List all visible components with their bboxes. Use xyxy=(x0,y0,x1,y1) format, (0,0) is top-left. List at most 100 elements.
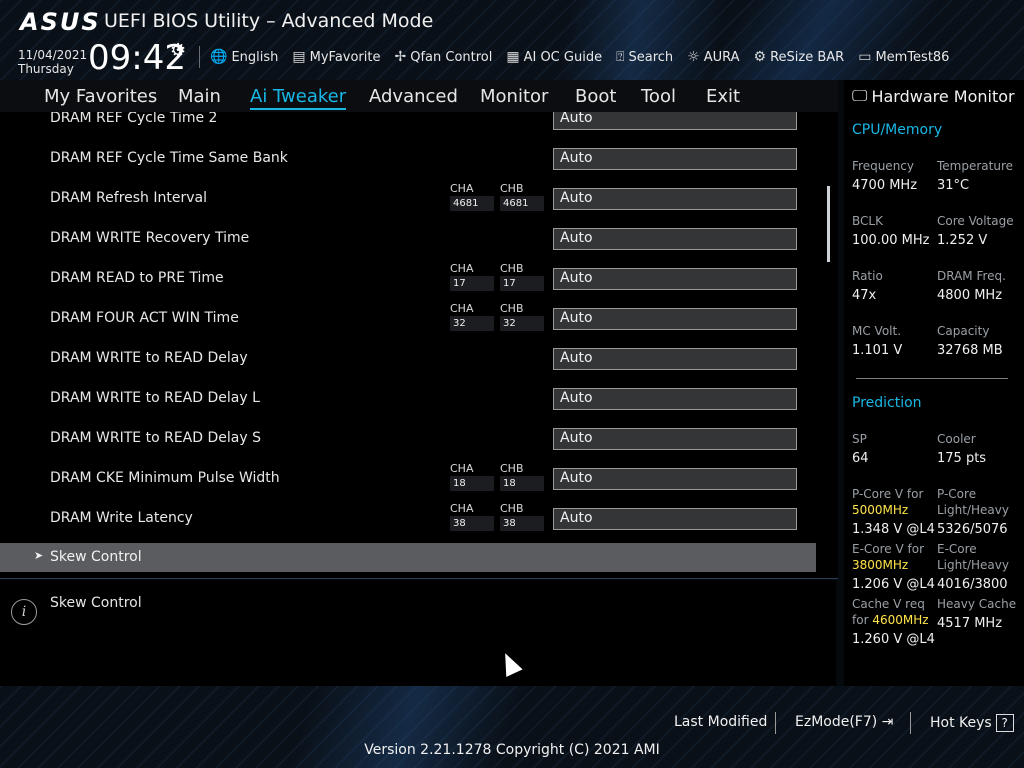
setting-row[interactable]: DRAM Write Latency CHA 38 CHB 38 Auto xyxy=(0,498,816,538)
myfavorite-button[interactable]: ▤ MyFavorite xyxy=(292,49,380,65)
ezmode-button[interactable]: EzMode(F7) ⇥ xyxy=(795,714,893,730)
setting-label: DRAM REF Cycle Time Same Bank xyxy=(50,150,288,166)
temperature-label: Temperature xyxy=(937,159,1014,173)
setting-label: DRAM Refresh Interval xyxy=(50,190,207,206)
bclk-value: 100.00 MHz xyxy=(852,233,930,248)
mc-volt-value: 1.101 V xyxy=(852,343,903,358)
app-title: UEFI BIOS Utility – Advanced Mode xyxy=(104,10,434,32)
pcore-v-label: P-Core V for 5000MHz xyxy=(852,487,924,517)
exit-arrow-icon: ⇥ xyxy=(877,714,894,730)
setting-row[interactable]: DRAM REF Cycle Time 2 Auto xyxy=(0,112,816,138)
asus-logo: ASUS xyxy=(20,8,101,36)
setting-value-box[interactable]: Auto xyxy=(553,148,797,170)
divider xyxy=(910,712,911,734)
tab-main[interactable]: Main xyxy=(178,86,221,107)
qfan-control-button[interactable]: ✢ Qfan Control xyxy=(394,49,492,65)
ratio-label: Ratio xyxy=(852,269,883,283)
core-voltage-label: Core Voltage xyxy=(937,214,1014,228)
channel-b-value: CHB 4681 xyxy=(500,182,544,211)
tab-ai-tweaker[interactable]: Ai Tweaker xyxy=(250,86,347,110)
heavy-cache-label: Heavy Cache xyxy=(937,597,1017,611)
globe-icon: 🌐 xyxy=(210,49,228,65)
aura-icon: ☼ xyxy=(687,49,700,65)
channel-b-value: CHB 17 xyxy=(500,262,544,291)
settings-scrollbar[interactable] xyxy=(827,186,830,262)
setting-label: DRAM WRITE to READ Delay L xyxy=(50,390,260,406)
setting-row[interactable]: DRAM CKE Minimum Pulse Width CHA 18 CHB 18… xyxy=(0,458,816,498)
divider xyxy=(856,378,1008,379)
date-display: 11/04/2021 Thursday xyxy=(18,48,87,76)
setting-value-box[interactable]: Auto xyxy=(553,428,797,450)
cooler-value: 175 pts xyxy=(937,451,987,466)
memtest86-button[interactable]: ▭ MemTest86 xyxy=(858,49,949,65)
setting-value-box[interactable]: Auto xyxy=(553,468,797,490)
tab-my-favorites[interactable]: My Favorites xyxy=(44,86,157,107)
channel-a-value: CHA 4681 xyxy=(450,182,494,211)
setting-value-box[interactable]: Auto xyxy=(553,188,797,210)
setting-label: DRAM WRITE to READ Delay S xyxy=(50,430,261,446)
setting-label: DRAM CKE Minimum Pulse Width xyxy=(50,470,280,486)
pcore-lh-value: 5326/5076 xyxy=(937,522,1008,537)
setting-label: DRAM Write Latency xyxy=(50,510,193,526)
setting-row[interactable]: DRAM REF Cycle Time Same Bank Auto xyxy=(0,138,816,178)
setting-value-box[interactable]: Auto xyxy=(553,112,797,130)
search-button[interactable]: ⍰ Search xyxy=(616,49,673,65)
setting-label: DRAM WRITE to READ Delay xyxy=(50,350,248,366)
capacity-label: Capacity xyxy=(937,324,990,338)
setting-row[interactable]: DRAM WRITE Recovery Time Auto xyxy=(0,218,816,258)
hot-keys-button[interactable]: Hot Keys? xyxy=(930,714,1014,732)
monitor-icon: 🖵 xyxy=(852,86,868,105)
memtest-icon: ▭ xyxy=(858,49,872,65)
chevron-right-icon: ➤ xyxy=(34,549,44,562)
setting-row[interactable]: DRAM FOUR ACT WIN Time CHA 32 CHB 32 Auto xyxy=(0,298,816,338)
pcore-v-value: 1.348 V @L4 xyxy=(852,522,935,537)
gear-icon[interactable]: ⚙ xyxy=(170,40,186,61)
tab-monitor[interactable]: Monitor xyxy=(480,86,548,107)
setting-row[interactable]: DRAM WRITE to READ Delay S Auto xyxy=(0,418,816,458)
setting-value-box[interactable]: Auto xyxy=(553,268,797,290)
cpu-memory-heading: CPU/Memory xyxy=(852,122,943,138)
hardware-monitor-title: 🖵 Hardware Monitor xyxy=(852,86,1015,106)
tab-advanced[interactable]: Advanced xyxy=(369,86,458,107)
resize-bar-icon: ⚙ xyxy=(753,49,767,65)
ai-oc-guide-button[interactable]: ▦ AI OC Guide xyxy=(506,49,602,65)
setting-row[interactable]: DRAM WRITE to READ Delay Auto xyxy=(0,338,816,378)
resize-bar-button[interactable]: ⚙ ReSize BAR xyxy=(754,49,845,65)
setting-row[interactable]: DRAM Refresh Interval CHA 4681 CHB 4681 Au… xyxy=(0,178,816,218)
tab-exit[interactable]: Exit xyxy=(706,86,740,107)
ecore-v-label: E-Core V for 3800MHz xyxy=(852,542,925,572)
weekday: Thursday xyxy=(18,62,74,76)
footer-bar: Last Modified EzMode(F7) ⇥ Hot Keys? Ver… xyxy=(0,686,1024,768)
setting-row[interactable]: DRAM WRITE to READ Delay L Auto xyxy=(0,378,816,418)
info-icon: i xyxy=(11,599,37,625)
aura-button[interactable]: ☼ AURA xyxy=(687,49,739,65)
hardware-monitor-panel: 🖵 Hardware Monitor CPU/Memory Frequency T… xyxy=(844,80,1024,686)
fan-icon: ✢ xyxy=(394,49,407,65)
setting-value-box[interactable]: Auto xyxy=(553,348,797,370)
mc-volt-label: MC Volt. xyxy=(852,324,902,338)
frequency-label: Frequency xyxy=(852,159,914,173)
language-button[interactable]: 🌐 English xyxy=(210,49,278,65)
favorite-icon: ▤ xyxy=(292,49,306,65)
help-panel: i Skew Control xyxy=(0,580,836,686)
setting-value-box[interactable]: Auto xyxy=(553,388,797,410)
setting-value-box[interactable]: Auto xyxy=(553,308,797,330)
channel-b-value: CHB 38 xyxy=(500,502,544,531)
help-text: Skew Control xyxy=(50,595,142,611)
ratio-value: 47x xyxy=(852,288,877,303)
setting-value-box[interactable]: Auto xyxy=(553,508,797,530)
channel-a-value: CHA 17 xyxy=(450,262,494,291)
tab-boot[interactable]: Boot xyxy=(575,86,616,107)
last-modified-button[interactable]: Last Modified xyxy=(674,714,767,730)
settings-list: DRAM REF Cycle Time 2 Auto DRAM REF Cycl… xyxy=(0,112,838,578)
channel-b-value: CHB 32 xyxy=(500,302,544,331)
cooler-label: Cooler xyxy=(937,432,976,446)
temperature-value: 31°C xyxy=(937,178,970,193)
tab-tool[interactable]: Tool xyxy=(641,86,676,107)
submenu-skew-control[interactable]: ➤ Skew Control xyxy=(0,543,816,572)
pcore-lh-label: P-Core Light/Heavy xyxy=(937,487,1009,517)
setting-row[interactable]: DRAM READ to PRE Time CHA 17 CHB 17 Auto xyxy=(0,258,816,298)
capacity-value: 32768 MB xyxy=(937,343,1003,358)
setting-value-box[interactable]: Auto xyxy=(553,228,797,250)
setting-label: DRAM WRITE Recovery Time xyxy=(50,230,250,246)
